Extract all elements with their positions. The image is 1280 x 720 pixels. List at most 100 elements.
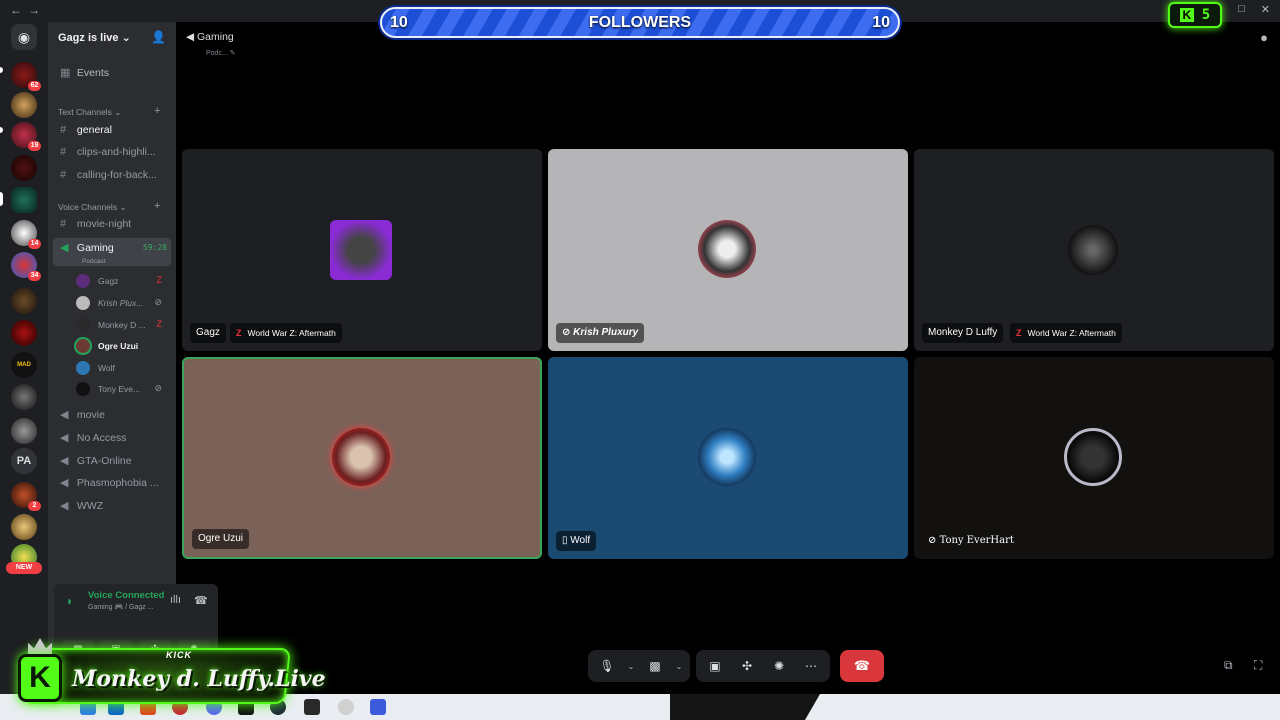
add-channel-icon[interactable]: + — [154, 105, 160, 117]
participant-name: ⊘ Krish Pluxury — [556, 323, 645, 343]
maximize-icon[interactable]: □ — [1238, 3, 1245, 16]
voice-user[interactable]: Wolf — [76, 358, 168, 378]
popout-icon[interactable]: ⧉ — [1224, 658, 1233, 673]
participant-tile[interactable]: Monkey D Luffy Z World War Z: Aftermath — [914, 149, 1274, 351]
chevron-down-icon: ⌄ — [121, 32, 131, 44]
server-icon[interactable] — [11, 288, 37, 314]
server-icon[interactable]: MAD — [11, 352, 37, 378]
chevron-down-icon[interactable]: ⌄ — [626, 662, 636, 671]
game-icon: Z — [156, 319, 163, 329]
server-name: Gagz is live — [58, 32, 119, 44]
voice-status: Voice Connected — [88, 590, 165, 601]
kick-stream-overlay: K KICK Monkey d. Luffy.Live — [6, 634, 326, 714]
add-channel-icon[interactable]: + — [154, 200, 160, 212]
edit-icon[interactable]: ✎ — [230, 50, 236, 57]
server-icon[interactable] — [11, 514, 37, 540]
soundboard-icon[interactable]: ✺ — [766, 659, 792, 673]
server-icon[interactable]: 14 — [11, 220, 41, 249]
chevron-down-icon[interactable]: ⌄ — [674, 662, 684, 671]
participant-tile[interactable]: Gagz Z World War Z: Aftermath — [182, 149, 542, 351]
discord-home-icon[interactable]: ◉ — [11, 24, 37, 50]
server-icon[interactable] — [11, 187, 37, 213]
hashtag-icon: # — [60, 146, 67, 158]
avatar — [698, 428, 756, 486]
server-icon[interactable]: 34 — [11, 252, 41, 281]
participant-name: Monkey D Luffy — [922, 323, 1004, 343]
channel-general[interactable]: # general — [53, 121, 171, 141]
hashtag-icon: # — [60, 169, 67, 181]
participant-tile-speaking[interactable]: Ogre Uzui — [182, 357, 542, 559]
server-header[interactable]: Gagz is live ⌄ 👤 — [48, 22, 176, 54]
voice-user[interactable]: Krish Plux... ⊘ — [76, 293, 168, 313]
server-rail: ◉ 62 19 14 34 MAD PA 2 NEW — [0, 22, 48, 694]
speaker-icon: ◀ — [60, 455, 69, 467]
events-item[interactable]: ▦ Events — [53, 63, 171, 83]
server-icon[interactable]: PA — [11, 448, 37, 474]
channel-gta-online[interactable]: ◀ GTA-Online — [53, 451, 171, 471]
obs-icon[interactable] — [338, 699, 354, 715]
text-channels-category[interactable]: Text Channels ⌄ + — [58, 105, 160, 118]
selected-pill — [0, 192, 3, 206]
screen-share-icon[interactable]: ▣ — [702, 659, 728, 673]
channel-status[interactable]: Podc... ✎ — [206, 49, 236, 57]
channel-clips[interactable]: # clips-and-highli... — [53, 143, 171, 163]
channel-wwz[interactable]: ◀ WWZ — [53, 496, 171, 516]
channel-movie-night[interactable]: # movie-night — [53, 215, 171, 235]
avatar — [76, 318, 90, 332]
channel-sidebar: Gagz is live ⌄ 👤 ▦ Events Text Channels … — [48, 22, 218, 694]
close-icon[interactable]: ✕ — [1261, 3, 1270, 16]
activities-icon[interactable]: ✣ — [734, 659, 760, 673]
game-activity: Z World War Z: Aftermath — [230, 323, 342, 343]
voice-user[interactable]: Ogre Uzui — [76, 336, 168, 356]
mic-icon[interactable]: 🎙 — [594, 659, 620, 673]
speaker-icon: ◀ — [60, 477, 69, 489]
fullscreen-icon[interactable]: ⛶ — [1254, 658, 1262, 673]
participant-tile[interactable]: ▯ Wolf — [548, 357, 908, 559]
navigation-arrows[interactable]: ←→ — [10, 3, 46, 17]
server-icon[interactable] — [11, 384, 37, 410]
call-controls: 🎙 ⌄ ▩ ⌄ ▣ ✣ ✺ ⋯ ☎ — [588, 650, 884, 682]
server-icon[interactable] — [11, 92, 37, 118]
hang-up-icon: ☎ — [853, 658, 871, 673]
server-icon[interactable]: 19 — [11, 122, 41, 151]
voice-user[interactable]: Tony Eve... ⊘ — [76, 379, 168, 399]
crown-icon — [28, 638, 52, 654]
deafened-icon: ⊘ — [154, 297, 162, 307]
participant-tile[interactable]: ⊘ Krish Pluxury — [548, 149, 908, 351]
voice-status-sub[interactable]: Gaming 🎮 / Gagz ... — [88, 603, 154, 611]
disconnect-icon[interactable]: ☎ — [194, 594, 208, 607]
speaker-icon: ◀ — [186, 31, 197, 43]
voice-user[interactable]: Gagz Z — [76, 271, 168, 291]
mic-camera-group: 🎙 ⌄ ▩ ⌄ — [588, 650, 690, 682]
channel-movie[interactable]: ◀ movie — [53, 405, 171, 425]
channel-calling[interactable]: # calling-for-back... — [53, 166, 171, 186]
server-icon[interactable] — [11, 155, 37, 181]
server-icon[interactable] — [11, 320, 37, 346]
participant-tile[interactable]: ⊘ Tony EverHart — [914, 357, 1274, 559]
kick-viewer-count: 5 — [1201, 7, 1211, 23]
app-icon[interactable] — [370, 699, 386, 715]
camera-off-icon[interactable]: ▩ — [642, 659, 668, 673]
avatar — [1064, 428, 1122, 486]
calendar-icon: ▦ — [60, 67, 71, 79]
chat-icon[interactable]: ● — [1260, 30, 1268, 45]
hang-up-button[interactable]: ☎ — [840, 650, 884, 682]
server-icon[interactable] — [11, 418, 37, 444]
epic-games-icon[interactable] — [304, 699, 320, 715]
participant-name: ⊘ Tony EverHart — [928, 535, 1014, 546]
game-icon: Z — [236, 328, 242, 338]
speaker-icon: ◀ — [60, 409, 69, 421]
server-icon[interactable]: 2 — [11, 482, 41, 511]
channel-gaming[interactable]: ◀ Gaming 59:28 — [53, 238, 171, 266]
noise-suppression-icon[interactable]: ıllı — [170, 594, 181, 606]
speaker-icon: ◀ — [60, 242, 69, 254]
add-user-icon[interactable]: 👤 — [151, 30, 166, 44]
voice-user[interactable]: Monkey D ... Z — [76, 315, 168, 335]
speaker-icon: ◀ — [60, 500, 69, 512]
channel-phasmophobia[interactable]: ◀ Phasmophobia ... — [53, 473, 171, 493]
unread-pill — [0, 67, 3, 73]
voice-channels-category[interactable]: Voice Channels ⌄ + — [58, 200, 160, 213]
more-icon[interactable]: ⋯ — [798, 659, 824, 673]
server-icon[interactable]: 62 — [11, 62, 41, 91]
channel-no-access[interactable]: ◀ No Access — [53, 428, 171, 448]
